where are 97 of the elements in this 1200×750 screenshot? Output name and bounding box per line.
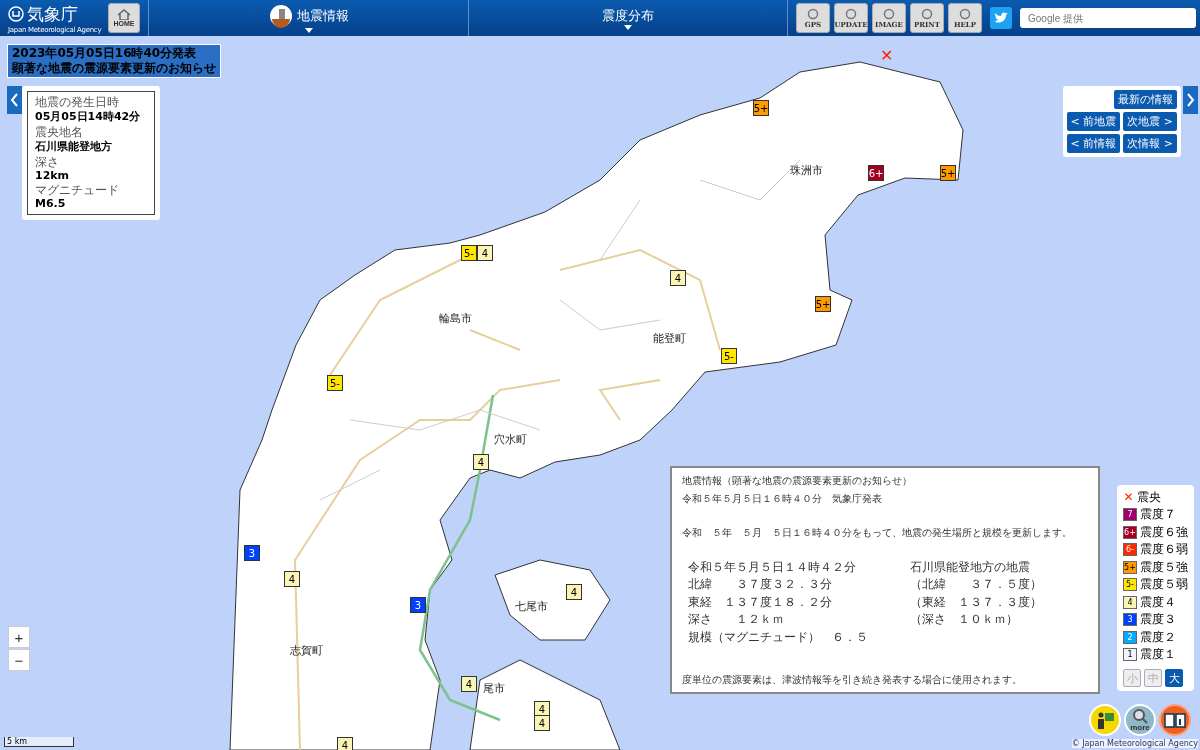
intensity-marker[interactable]: 5- [721,348,737,364]
caret-icon [624,24,632,30]
place-label: 穴水町 [493,431,527,447]
nav-button[interactable]: 次情報 > [1123,134,1177,153]
intensity-marker[interactable]: 4 [566,584,582,600]
intensity-marker[interactable]: 5- [327,375,343,391]
expand-button[interactable] [1183,86,1198,114]
intensity-marker[interactable]: 4 [337,737,353,750]
detail-text: 深さ １２ｋｍ [688,611,785,628]
circle-icon [844,7,858,20]
detail-text: 北緯 ３７度３２．３分 [688,576,833,593]
epicenter-symbol: ✕ [1123,490,1134,505]
legend-swatch: 6+ [1123,525,1137,539]
book-icon [1164,712,1186,728]
legend-label: 震度６弱 [1140,541,1188,559]
field-value: 石川県能登地方 [35,139,113,154]
search-field[interactable]: Google 提供 [1020,8,1196,28]
intensity-marker[interactable]: 4 [534,715,550,731]
magnifier-icon [1131,708,1149,724]
legend-label: 震度１ [1140,646,1176,664]
nav-button[interactable]: < 前地震 [1066,112,1121,131]
legend-label: 震度２ [1140,628,1176,646]
field-value: 12km [35,169,71,182]
field-value: M6.5 [35,197,67,210]
detail-text: 石川県能登地方の地震 [910,558,1031,576]
intensity-marker[interactable]: 4 [461,676,477,692]
detail-text: 東経 １３７度１８．２分 [688,593,833,611]
circle-icon [882,7,896,20]
place-label: 尾市 [483,680,505,696]
place-label: 輪島市 [438,310,472,326]
place-label: 七尾市 [514,598,548,614]
copyright: © Japan Meteorological Agency [1071,739,1198,748]
notice-issued: 令和５年５月５日１６時４０分 気象庁発表 [682,491,883,506]
notice-body: 令和 ５年 ５月 ５日１６時４０分をもって、地震の発生場所と規模を更新します。 [682,526,1073,540]
size-button[interactable]: 大 [1165,669,1183,687]
field-label: 深さ [35,155,60,169]
book-button[interactable] [1159,704,1191,736]
notice-title: 地震情報（顕著な地震の震源要素更新のお知らせ） [682,474,913,488]
legend-label: 震度６強 [1140,523,1188,541]
intensity-marker[interactable]: 4 [473,454,489,470]
legend-swatch: 1 [1123,648,1137,662]
legend-swatch: 4 [1123,595,1137,609]
intensity-marker[interactable]: 6+ [868,165,884,181]
legend-label: 震央 [1137,488,1161,506]
legend-label: 震度４ [1140,593,1176,611]
field-label: 地震の発生日時 [35,95,120,109]
nav-button[interactable]: 次地震 > [1123,112,1177,131]
place-label: 珠洲市 [789,162,823,178]
legend-swatch: 6- [1123,543,1137,557]
detail-text: （北緯 ３７．５度） [910,576,1043,593]
more-button[interactable]: more [1124,704,1156,736]
help-guide-button[interactable] [1089,704,1121,736]
legend-label: 震度５強 [1140,558,1188,576]
collapse-button[interactable] [7,86,22,114]
agency-logo-icon [8,6,24,22]
field-value: 05月05日14時42分 [35,109,142,124]
house-icon [117,9,131,20]
nav-button[interactable]: < 前情報 [1066,134,1121,153]
intensity-marker[interactable]: 5+ [815,296,831,312]
intensity-marker[interactable]: 3 [244,545,260,561]
legend-swatch: 5- [1123,578,1137,592]
place-label: 能登町 [652,330,686,346]
legend-swatch: 7 [1123,508,1137,522]
detail-text: （深さ １０ｋｍ） [910,611,1019,628]
circle-icon [920,7,934,20]
intensity-marker[interactable]: 4 [284,571,300,587]
latest-info-button[interactable]: 最新の情報 [1114,90,1177,109]
scale-bar: 5 km [4,737,74,747]
notice-footer: 度単位の震源要素は、津波情報等を引き続き発表する場合に使用されます。 [682,670,1088,688]
circle-icon [806,7,820,20]
intensity-marker[interactable]: 5+ [753,100,769,116]
field-label: マグニチュード [35,183,120,197]
intensity-marker[interactable]: 5- [461,245,477,261]
detail-text: （東経 １３７．３度） [910,593,1043,611]
legend-label: 震度３ [1140,611,1176,629]
caret-icon [304,27,313,33]
epicenter-mark: ✕ [880,48,894,64]
agency-name: 気象庁 [27,2,78,26]
zoom-in-button[interactable]: + [8,626,30,648]
detail-text: 規模（マグニチュード） ６．５ [688,628,869,646]
bird-icon[interactable] [990,7,1012,29]
headline-banner: 2023年05月05日16時40分発表 顕著な地震の震源要素更新のお知らせ [7,44,221,78]
intensity-marker[interactable]: 4 [670,270,686,286]
legend-label: 震度５弱 [1140,576,1188,594]
legend-label: 震度７ [1140,506,1176,524]
intensity-marker[interactable]: 4 [477,245,493,261]
circle-icon [958,7,972,20]
field-label: 震央地名 [35,125,84,139]
zoom-out-button[interactable]: − [8,649,30,671]
legend-swatch: 3 [1123,613,1137,627]
legend-swatch: 5+ [1123,560,1137,574]
legend-swatch: 2 [1123,630,1137,644]
intensity-marker[interactable]: 5+ [940,165,956,181]
place-label: 志賀町 [289,642,323,658]
teacher-board-icon [1095,710,1115,730]
detail-text: 令和５年５月５日１４時４２分 [688,558,857,576]
intensity-marker[interactable]: 3 [410,597,426,613]
